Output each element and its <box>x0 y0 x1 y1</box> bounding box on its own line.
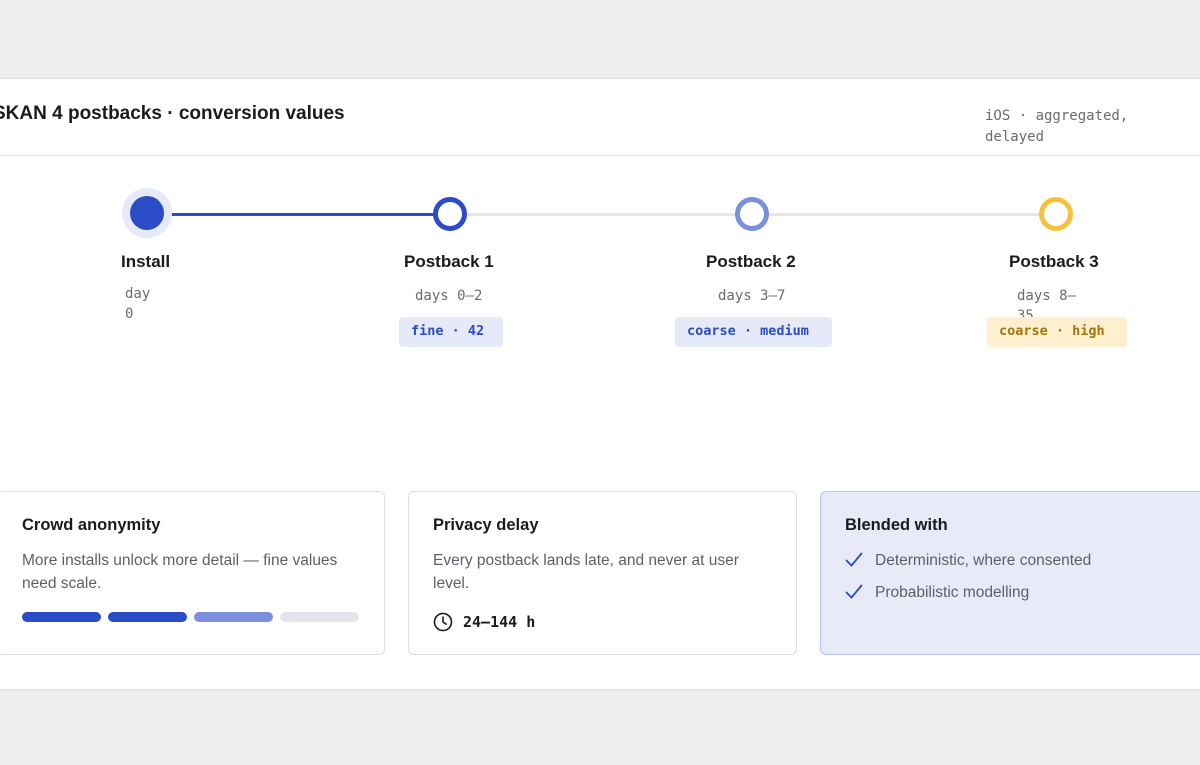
stage-window-install: day 0 <box>125 286 151 322</box>
card-crowd-anonymity: Crowd anonymity More installs unlock mor… <box>0 491 385 655</box>
stage-label-postback-3: Postback 3 <box>1009 252 1099 271</box>
badge-postback-2-text: coarse · medium <box>687 323 809 339</box>
card-privacy-title: Privacy delay <box>433 516 539 534</box>
stage-label-postback-2: Postback 2 <box>706 252 796 271</box>
card-blended-with: Blended with Deterministic, where consen… <box>820 491 1200 655</box>
card-crowd-title: Crowd anonymity <box>22 516 161 534</box>
panel-meta: iOS · aggregated, delayed <box>985 108 1129 145</box>
card-crowd-body: More installs unlock more detail — fine … <box>22 552 338 592</box>
badge-postback-1: fine · 42 <box>399 317 503 347</box>
card-blended-title: Blended with <box>845 516 948 534</box>
privacy-delay-value: 24–144 h <box>463 613 536 631</box>
badge-postback-3-text: coarse · high <box>999 323 1105 339</box>
check-icon <box>845 552 863 567</box>
stage-label-install: Install <box>121 252 171 271</box>
anonymity-bar-1 <box>22 612 101 622</box>
check-icon <box>845 584 863 599</box>
skan-panel: SKAN 4 postbacks · conversion values iOS… <box>0 78 1200 690</box>
blended-item-label: Deterministic, where consented <box>875 552 1092 569</box>
badge-postback-2: coarse · medium <box>675 317 832 347</box>
postback-2-node <box>735 197 769 231</box>
postback-3-node <box>1039 197 1073 231</box>
stage-label-postback-1: Postback 1 <box>404 252 494 271</box>
postback-1-node <box>433 197 467 231</box>
stage-window-postback-2: days 3–7 <box>718 288 786 304</box>
badge-postback-1-text: fine · 42 <box>411 323 485 339</box>
blended-item: Probabilistic modelling <box>845 581 1200 605</box>
install-dot <box>130 196 164 230</box>
card-privacy-delay: Privacy delay Every postback lands late,… <box>408 491 797 655</box>
blended-item: Deterministic, where consented <box>845 549 1200 573</box>
panel-title: SKAN 4 postbacks · conversion values <box>0 103 345 124</box>
anonymity-level-bars <box>22 612 362 622</box>
timeline-track-active <box>147 213 449 216</box>
badge-postback-3: coarse · high <box>987 317 1127 347</box>
anonymity-bar-4 <box>280 612 359 622</box>
blended-item-label: Probabilistic modelling <box>875 584 1030 601</box>
anonymity-bar-2 <box>108 612 187 622</box>
stage-window-postback-1: days 0–2 <box>415 288 483 304</box>
card-privacy-body: Every postback lands late, and never at … <box>433 552 739 592</box>
clock-icon <box>433 612 453 632</box>
panel-header: SKAN 4 postbacks · conversion values iOS… <box>0 79 1200 156</box>
anonymity-bar-3 <box>194 612 273 622</box>
install-node <box>122 188 172 238</box>
